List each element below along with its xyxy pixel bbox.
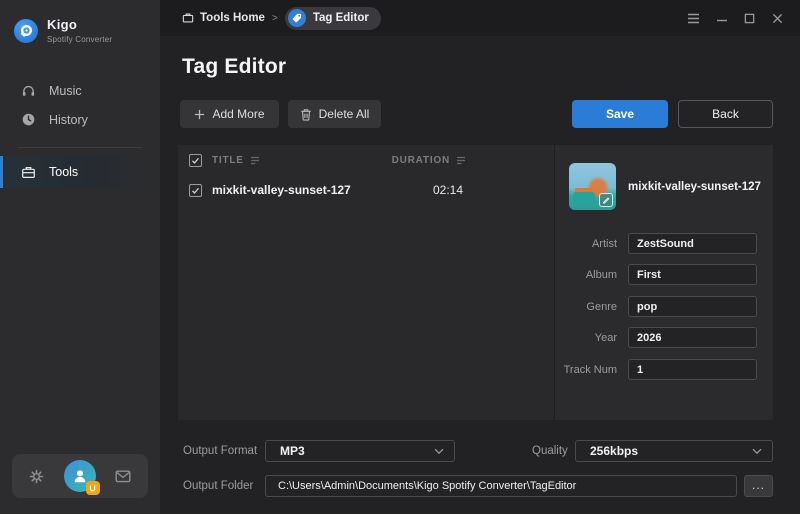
detail-track-title: mixkit-valley-sunset-127 — [628, 180, 761, 193]
chevron-down-icon — [752, 448, 762, 455]
sidebar-item-music[interactable]: Music — [0, 76, 160, 105]
app-subtitle: Spotify Converter — [47, 35, 113, 44]
track-num-label: Track Num — [563, 363, 617, 376]
add-more-label: Add More — [212, 107, 265, 121]
genre-label: Genre — [586, 300, 617, 313]
artist-field-row: Artist — [555, 233, 773, 254]
tag-icon — [287, 9, 306, 27]
browse-folder-button[interactable]: ... — [744, 475, 773, 497]
maximize-icon[interactable] — [741, 10, 758, 27]
breadcrumb-tag-editor[interactable]: Tag Editor — [284, 6, 381, 30]
tag-detail-pane: mixkit-valley-sunset-127 Artist Album Ge… — [555, 145, 773, 420]
genre-input[interactable] — [628, 296, 757, 317]
sidebar-item-label: History — [49, 112, 88, 127]
genre-field-row: Genre — [555, 296, 773, 317]
menu-icon[interactable] — [685, 10, 702, 27]
sort-duration-icon[interactable] — [456, 156, 466, 165]
save-button[interactable]: Save — [572, 100, 668, 128]
column-header-title: TITLE — [212, 154, 244, 166]
main-area: Tools Home > Tag Editor Tag Editor Add M… — [160, 0, 800, 514]
mail-icon[interactable] — [115, 470, 131, 483]
page-title: Tag Editor — [182, 55, 287, 78]
quality-select[interactable]: 256kbps — [575, 440, 773, 462]
output-format-label: Output Format — [183, 445, 258, 457]
select-all-checkbox[interactable] — [189, 153, 202, 167]
delete-all-button[interactable]: Delete All — [288, 100, 381, 128]
sidebar-item-label: Tools — [49, 165, 79, 179]
clock-icon — [21, 112, 36, 127]
track-duration-cell: 02:14 — [433, 183, 464, 197]
sidebar-item-tools[interactable]: Tools — [0, 156, 160, 188]
artist-label: Artist — [591, 237, 617, 250]
back-button[interactable]: Back — [678, 100, 773, 128]
back-label: Back — [712, 107, 739, 121]
app-window: Kigo Spotify Converter Music History Too… — [0, 0, 800, 514]
account-bar — [12, 454, 148, 498]
close-icon[interactable] — [769, 10, 786, 27]
window-controls — [685, 10, 786, 27]
table-row[interactable]: mixkit-valley-sunset-127 02:14 — [178, 175, 554, 205]
output-folder-label: Output Folder — [183, 480, 254, 492]
album-label: Album — [585, 268, 617, 281]
track-title-cell: mixkit-valley-sunset-127 — [212, 183, 351, 197]
save-label: Save — [605, 107, 635, 121]
album-field-row: Album — [555, 264, 773, 285]
sidebar-item-history[interactable]: History — [0, 105, 160, 134]
briefcase-icon — [21, 165, 36, 180]
output-format-value: MP3 — [280, 444, 305, 458]
plus-icon — [194, 109, 205, 120]
delete-all-label: Delete All — [318, 107, 370, 121]
sidebar-item-label: Music — [49, 83, 82, 98]
upgrade-badge-icon — [85, 481, 100, 495]
breadcrumb-current-label: Tag Editor — [312, 12, 369, 24]
album-input[interactable] — [628, 264, 757, 285]
app-logo-icon — [14, 18, 38, 43]
output-format-select[interactable]: MP3 — [265, 440, 455, 462]
year-label: Year — [594, 331, 617, 344]
edit-cover-icon[interactable] — [599, 193, 613, 207]
minimize-icon[interactable] — [713, 10, 730, 27]
breadcrumb-tools-home[interactable]: Tools Home — [182, 12, 265, 24]
output-folder-input[interactable] — [265, 475, 737, 497]
table-header-row: TITLE DURATION — [178, 145, 554, 175]
quality-label: Quality — [532, 445, 568, 457]
cover-art-thumbnail[interactable] — [569, 163, 616, 210]
track-num-field-row: Track Num — [555, 359, 773, 380]
briefcase-icon — [182, 12, 194, 24]
user-avatar[interactable] — [63, 460, 100, 495]
add-more-button[interactable]: Add More — [180, 100, 279, 128]
sort-title-icon[interactable] — [250, 156, 260, 165]
quality-value: 256kbps — [590, 444, 639, 458]
column-header-duration: DURATION — [391, 154, 450, 166]
topbar: Tools Home > Tag Editor — [160, 0, 800, 36]
sidebar-nav: Music History Tools — [0, 76, 160, 188]
gear-icon[interactable] — [29, 469, 44, 484]
chevron-down-icon — [434, 448, 444, 455]
row-checkbox[interactable] — [189, 183, 202, 197]
app-logo-row: Kigo Spotify Converter — [0, 0, 160, 44]
sidebar: Kigo Spotify Converter Music History Too… — [0, 0, 160, 514]
year-field-row: Year — [555, 327, 773, 348]
track-table: TITLE DURATION mixkit-valley-sunset-127 … — [178, 145, 554, 420]
breadcrumb: Tools Home > Tag Editor — [182, 6, 381, 30]
breadcrumb-home-label: Tools Home — [200, 12, 265, 24]
breadcrumb-separator: > — [271, 12, 278, 24]
trash-icon — [300, 108, 312, 121]
tag-editor-panel: TITLE DURATION mixkit-valley-sunset-127 … — [178, 145, 773, 420]
app-name: Kigo — [47, 17, 78, 32]
sidebar-divider — [18, 147, 142, 148]
track-num-input[interactable] — [628, 359, 757, 380]
artist-input[interactable] — [628, 233, 757, 254]
headphones-icon — [21, 83, 36, 98]
year-input[interactable] — [628, 327, 757, 348]
